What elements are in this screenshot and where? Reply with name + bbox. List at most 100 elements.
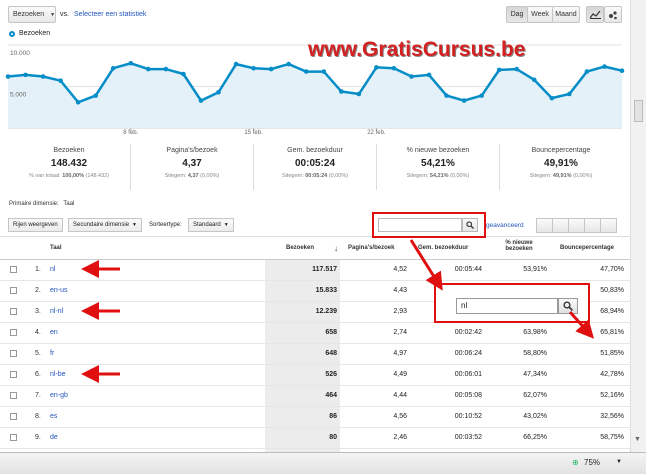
metric-sub: Sitegem: 54,21% (0,00%) xyxy=(406,173,470,179)
y-tick-label: 5.000 xyxy=(10,92,27,99)
data-point xyxy=(444,93,449,98)
row-checkbox[interactable] xyxy=(10,413,17,420)
data-point xyxy=(339,89,344,94)
vertical-scrollbar[interactable]: ▼ xyxy=(630,0,646,452)
row-index: 3. xyxy=(35,308,41,315)
row-checkbox[interactable] xyxy=(10,308,17,315)
language-link[interactable]: nl-be xyxy=(50,371,66,378)
row-index: 8. xyxy=(35,413,41,420)
language-link[interactable]: nl-nl xyxy=(50,308,63,315)
language-link[interactable]: fr xyxy=(50,350,54,357)
header-bounce-rate[interactable]: Bouncepercentage xyxy=(560,245,614,251)
metric-card: Bezoeken 148.432 % van totaal: 100,00% (14… xyxy=(8,144,131,190)
period-week-button[interactable]: Week xyxy=(527,6,553,23)
status-bar: ⊕ 75% ▼ xyxy=(0,452,646,474)
table-row: 6. nl-be 526 4,49 00:06:01 47,34% 42,78% xyxy=(0,365,630,386)
header-avg-duration[interactable]: Gem. bezoekduur xyxy=(418,245,468,251)
visits-value: 526 xyxy=(325,371,337,378)
zoom-search-icon[interactable] xyxy=(558,298,578,314)
secondary-dimension-select[interactable]: Secundaire dimensie ▼ xyxy=(68,218,142,232)
zoom-search-input[interactable]: nl xyxy=(456,298,558,314)
row-checkbox[interactable] xyxy=(10,350,17,357)
row-checkbox[interactable] xyxy=(10,371,17,378)
pages-per-visit-value: 4,43 xyxy=(393,287,407,294)
data-point xyxy=(110,65,116,71)
language-link[interactable]: de xyxy=(50,434,58,441)
period-day-button[interactable]: Dag xyxy=(506,6,528,23)
scroll-down-icon[interactable]: ▼ xyxy=(634,436,641,443)
select-metric-link[interactable]: Selecteer een statistiek xyxy=(74,11,146,18)
summary-metrics: Bezoeken 148.432 % van totaal: 100,00% (14… xyxy=(8,144,622,190)
row-index: 4. xyxy=(35,329,41,336)
metric-select[interactable]: Bezoeken ▼ xyxy=(8,6,56,23)
language-link[interactable]: en-us xyxy=(50,287,68,294)
bounce-rate-value: 58,75% xyxy=(600,434,624,441)
search-zoom-popup: nl xyxy=(434,283,590,323)
data-point xyxy=(93,93,99,98)
language-link[interactable]: en-gb xyxy=(50,392,68,399)
visits-value: 648 xyxy=(325,350,337,357)
data-point xyxy=(75,99,81,105)
metric-value: 49,91% xyxy=(544,158,578,169)
table-row: 8. es 86 4,56 00:10:52 43,02% 32,56% xyxy=(0,407,630,428)
row-index: 7. xyxy=(35,392,41,399)
table-row: 1. nl 117.517 4,52 00:05:44 53,91% 47,70% xyxy=(0,260,630,281)
rows-button[interactable]: Rijen weergeven xyxy=(8,218,63,232)
period-month-button[interactable]: Maand xyxy=(552,6,580,23)
row-checkbox[interactable] xyxy=(10,434,17,441)
new-visits-value: 66,25% xyxy=(523,434,547,441)
sort-arrow-icon: ↓ xyxy=(334,244,338,253)
row-checkbox[interactable] xyxy=(10,266,17,273)
data-point xyxy=(58,78,63,83)
data-point xyxy=(321,69,327,74)
pages-per-visit-value: 2,74 xyxy=(393,329,407,336)
avg-duration-value: 00:10:52 xyxy=(454,413,482,420)
legend-marker xyxy=(9,30,15,37)
pages-per-visit-value: 2,93 xyxy=(393,308,407,315)
metric-card: Gem. bezoekduur 00:05:24 Sitegem: 00:05:24… xyxy=(254,144,377,190)
pivot-view-icon[interactable] xyxy=(600,218,617,233)
comparison-view-icon[interactable] xyxy=(584,218,601,233)
zoom-icon: ⊕ xyxy=(572,458,579,467)
data-point xyxy=(198,98,204,103)
metric-sub: % van totaal: 100,00% (148.432) xyxy=(28,173,110,179)
pie-view-icon[interactable] xyxy=(552,218,569,233)
metric-card: Bouncepercentage 49,91% Sitegem: 49,91% (0… xyxy=(500,144,622,190)
table-row: 7. en-gb 464 4,44 00:05:08 62,07% 52,16% xyxy=(0,386,630,407)
zoom-level[interactable]: 75% xyxy=(584,458,600,467)
row-checkbox[interactable] xyxy=(10,392,17,399)
line-chart-icon[interactable] xyxy=(586,6,604,23)
row-checkbox[interactable] xyxy=(10,287,17,294)
metric-label: % nieuwe bezoeken xyxy=(406,147,470,154)
header-visits[interactable]: Bezoeken xyxy=(286,245,314,251)
motion-chart-icon[interactable] xyxy=(604,6,622,23)
header-language[interactable]: Taal xyxy=(50,245,62,251)
header-new-visits[interactable]: % nieuwe bezoeken xyxy=(498,240,540,252)
new-visits-value: 47,34% xyxy=(523,371,547,378)
chevron-down-icon: ▼ xyxy=(132,222,137,228)
bar-view-icon[interactable] xyxy=(568,218,585,233)
row-checkbox[interactable] xyxy=(10,329,17,336)
rows-button-label: Rijen weergeven xyxy=(13,222,58,228)
language-link[interactable]: es xyxy=(50,413,57,420)
sort-select[interactable]: Standaard ▼ xyxy=(188,218,234,232)
language-link[interactable]: en xyxy=(50,329,58,336)
data-point xyxy=(5,74,11,79)
table-view-icon[interactable] xyxy=(536,218,553,233)
chevron-down-icon[interactable]: ▼ xyxy=(616,459,622,465)
data-point xyxy=(303,69,309,74)
advanced-link[interactable]: geavanceerd xyxy=(486,222,524,229)
data-point xyxy=(23,72,28,78)
row-index: 2. xyxy=(35,287,41,294)
data-point xyxy=(251,65,256,71)
header-pages-per-visit[interactable]: Pagina's/bezoek xyxy=(348,245,394,251)
primary-dimension-value[interactable]: Taal xyxy=(63,201,74,207)
pages-per-visit-value: 4,56 xyxy=(393,413,407,420)
pages-per-visit-value: 4,49 xyxy=(393,371,407,378)
language-link[interactable]: nl xyxy=(50,266,55,273)
sort-label: Sorteertype: xyxy=(149,222,182,228)
scrollbar-thumb[interactable] xyxy=(634,100,643,122)
data-point xyxy=(146,66,151,72)
data-point xyxy=(602,64,607,69)
visits-value: 80 xyxy=(329,434,337,441)
